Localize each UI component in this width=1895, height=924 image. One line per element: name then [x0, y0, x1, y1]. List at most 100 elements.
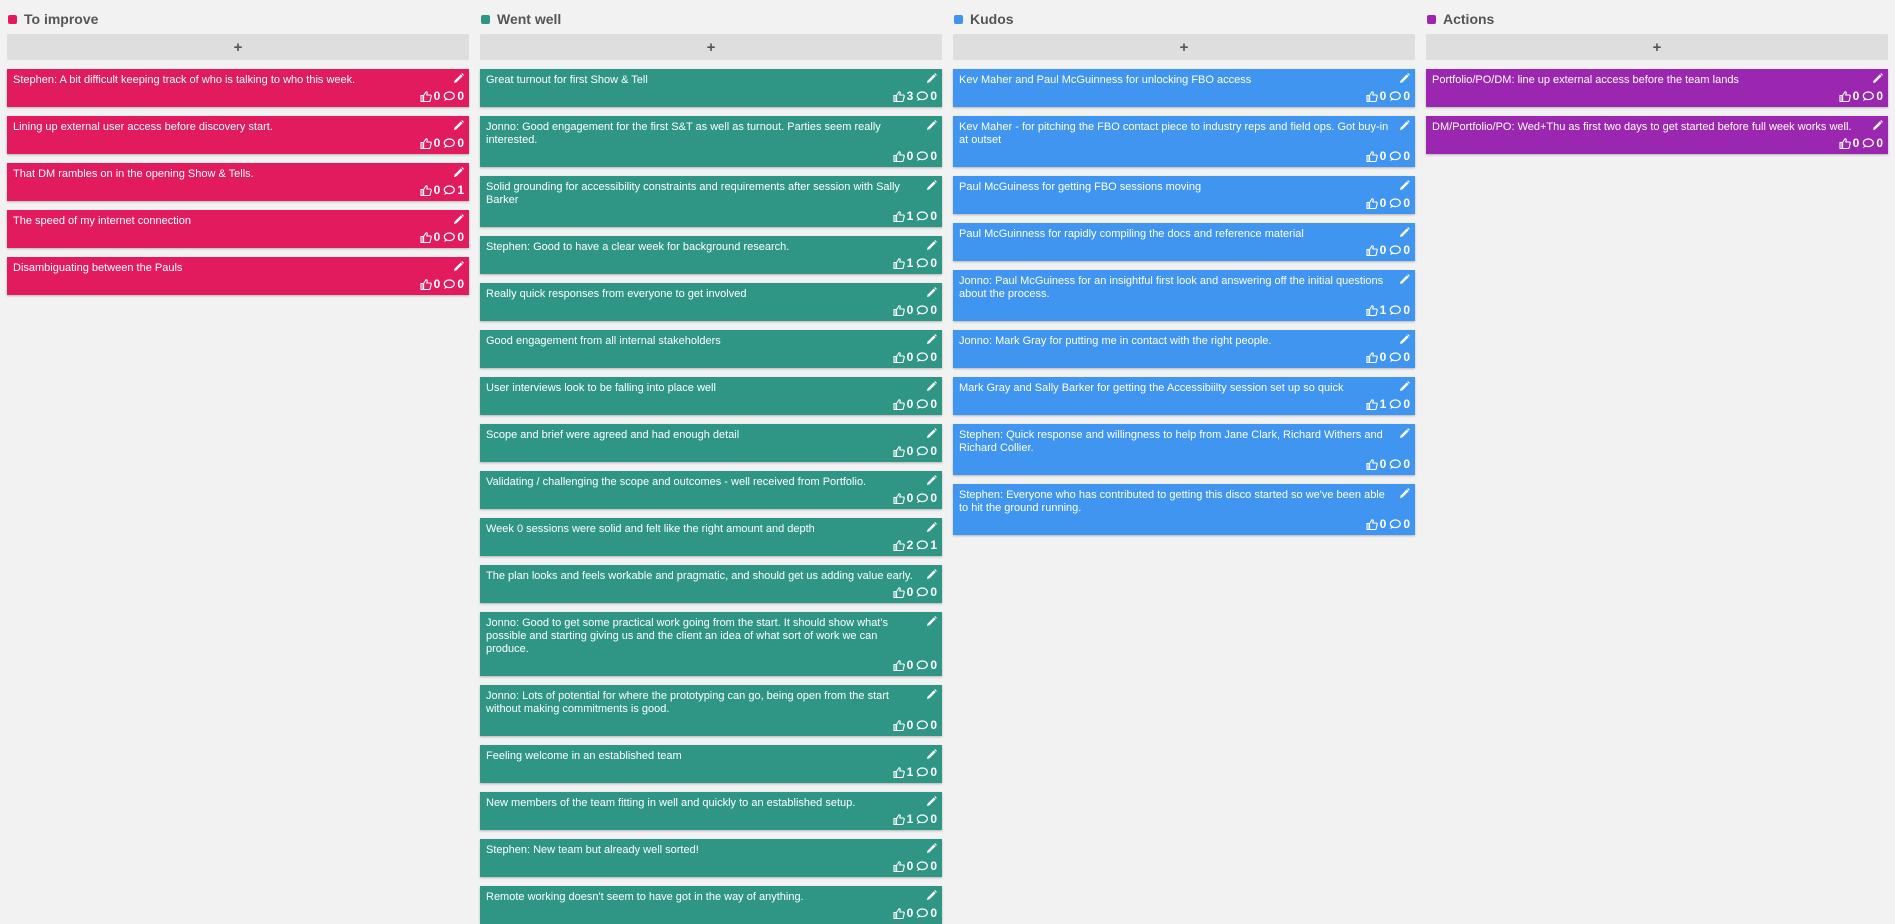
retro-card[interactable]: Jonno: Good to get some practical work g… — [480, 612, 942, 676]
pencil-icon[interactable] — [926, 796, 937, 807]
pencil-icon[interactable] — [1399, 334, 1410, 345]
pencil-icon[interactable] — [1399, 488, 1410, 499]
like-button[interactable]: 0 — [893, 304, 913, 317]
like-button[interactable]: 0 — [893, 150, 913, 163]
comment-button[interactable]: 0 — [916, 860, 937, 873]
like-button[interactable]: 1 — [893, 813, 913, 826]
comment-button[interactable]: 0 — [916, 398, 937, 411]
comment-button[interactable]: 0 — [916, 210, 937, 223]
like-button[interactable]: 1 — [893, 766, 913, 779]
retro-card[interactable]: Stephen: A bit difficult keeping track o… — [7, 69, 469, 107]
comment-button[interactable]: 0 — [1389, 351, 1410, 364]
pencil-icon[interactable] — [926, 689, 937, 700]
retro-card[interactable]: Portfolio/PO/DM: line up external access… — [1426, 69, 1888, 107]
add-card-button[interactable]: + — [480, 34, 942, 60]
retro-card[interactable]: Disambiguating between the Pauls 0 0 — [7, 257, 469, 295]
pencil-icon[interactable] — [926, 616, 937, 627]
comment-button[interactable]: 0 — [1862, 137, 1883, 150]
comment-button[interactable]: 0 — [916, 150, 937, 163]
retro-card[interactable]: Validating / challenging the scope and o… — [480, 471, 942, 509]
retro-card[interactable]: Jonno: Lots of potential for where the p… — [480, 685, 942, 736]
like-button[interactable]: 0 — [893, 398, 913, 411]
retro-card[interactable]: Jonno: Good engagement for the first S&T… — [480, 116, 942, 167]
comment-button[interactable]: 0 — [1389, 197, 1410, 210]
comment-button[interactable]: 1 — [443, 184, 464, 197]
like-button[interactable]: 0 — [420, 137, 440, 150]
retro-card[interactable]: User interviews look to be falling into … — [480, 377, 942, 415]
pencil-icon[interactable] — [926, 569, 937, 580]
comment-button[interactable]: 0 — [916, 719, 937, 732]
pencil-icon[interactable] — [926, 749, 937, 760]
retro-card[interactable]: Mark Gray and Sally Barker for getting t… — [953, 377, 1415, 415]
like-button[interactable]: 0 — [893, 445, 913, 458]
retro-card[interactable]: Feeling welcome in an established team 1 0 — [480, 745, 942, 783]
like-button[interactable]: 3 — [893, 90, 913, 103]
like-button[interactable]: 0 — [893, 860, 913, 873]
pencil-icon[interactable] — [453, 73, 464, 84]
retro-card[interactable]: Remote working doesn't seem to have got … — [480, 886, 942, 924]
retro-card[interactable]: That DM rambles on in the opening Show &… — [7, 163, 469, 201]
comment-button[interactable]: 0 — [916, 586, 937, 599]
like-button[interactable]: 0 — [1839, 90, 1859, 103]
comment-button[interactable]: 0 — [1389, 398, 1410, 411]
like-button[interactable]: 0 — [893, 492, 913, 505]
like-button[interactable]: 1 — [1366, 304, 1386, 317]
comment-button[interactable]: 0 — [1389, 150, 1410, 163]
like-button[interactable]: 1 — [1366, 398, 1386, 411]
like-button[interactable]: 0 — [1839, 137, 1859, 150]
pencil-icon[interactable] — [926, 120, 937, 131]
retro-card[interactable]: Jonno: Paul McGuiness for an insightful … — [953, 270, 1415, 321]
pencil-icon[interactable] — [453, 261, 464, 272]
retro-card[interactable]: Kev Maher - for pitching the FBO contact… — [953, 116, 1415, 167]
comment-button[interactable]: 0 — [916, 813, 937, 826]
retro-card[interactable]: Great turnout for first Show & Tell 3 0 — [480, 69, 942, 107]
pencil-icon[interactable] — [926, 287, 937, 298]
retro-card[interactable]: Stephen: Good to have a clear week for b… — [480, 236, 942, 274]
add-card-button[interactable]: + — [953, 34, 1415, 60]
comment-button[interactable]: 0 — [916, 445, 937, 458]
pencil-icon[interactable] — [926, 843, 937, 854]
like-button[interactable]: 0 — [1366, 90, 1386, 103]
like-button[interactable]: 0 — [420, 278, 440, 291]
pencil-icon[interactable] — [1399, 73, 1410, 84]
retro-card[interactable]: Stephen: Quick response and willingness … — [953, 424, 1415, 475]
comment-button[interactable]: 0 — [916, 90, 937, 103]
like-button[interactable]: 0 — [893, 659, 913, 672]
pencil-icon[interactable] — [1872, 120, 1883, 131]
pencil-icon[interactable] — [926, 180, 937, 191]
pencil-icon[interactable] — [926, 428, 937, 439]
retro-card[interactable]: Solid grounding for accessibility constr… — [480, 176, 942, 227]
like-button[interactable]: 0 — [420, 184, 440, 197]
like-button[interactable]: 0 — [420, 231, 440, 244]
pencil-icon[interactable] — [926, 522, 937, 533]
pencil-icon[interactable] — [1399, 227, 1410, 238]
pencil-icon[interactable] — [453, 120, 464, 131]
comment-button[interactable]: 1 — [916, 539, 937, 552]
like-button[interactable]: 0 — [1366, 244, 1386, 257]
like-button[interactable]: 0 — [1366, 197, 1386, 210]
add-card-button[interactable]: + — [7, 34, 469, 60]
like-button[interactable]: 0 — [1366, 458, 1386, 471]
pencil-icon[interactable] — [926, 73, 937, 84]
retro-card[interactable]: Stephen: Everyone who has contributed to… — [953, 484, 1415, 535]
comment-button[interactable]: 0 — [1389, 458, 1410, 471]
retro-card[interactable]: The plan looks and feels workable and pr… — [480, 565, 942, 603]
comment-button[interactable]: 0 — [916, 907, 937, 920]
pencil-icon[interactable] — [926, 334, 937, 345]
comment-button[interactable]: 0 — [1389, 518, 1410, 531]
comment-button[interactable]: 0 — [443, 90, 464, 103]
pencil-icon[interactable] — [453, 214, 464, 225]
retro-card[interactable]: Paul McGuiness for getting FBO sessions … — [953, 176, 1415, 214]
comment-button[interactable]: 0 — [916, 766, 937, 779]
pencil-icon[interactable] — [926, 240, 937, 251]
comment-button[interactable]: 0 — [443, 137, 464, 150]
retro-card[interactable]: Kev Maher and Paul McGuinness for unlock… — [953, 69, 1415, 107]
like-button[interactable]: 2 — [893, 539, 913, 552]
comment-button[interactable]: 0 — [1862, 90, 1883, 103]
pencil-icon[interactable] — [1399, 381, 1410, 392]
like-button[interactable]: 0 — [1366, 518, 1386, 531]
comment-button[interactable]: 0 — [916, 304, 937, 317]
comment-button[interactable]: 0 — [1389, 244, 1410, 257]
retro-card[interactable]: DM/Portfolio/PO: Wed+Thu as first two da… — [1426, 116, 1888, 154]
retro-card[interactable]: Week 0 sessions were solid and felt like… — [480, 518, 942, 556]
